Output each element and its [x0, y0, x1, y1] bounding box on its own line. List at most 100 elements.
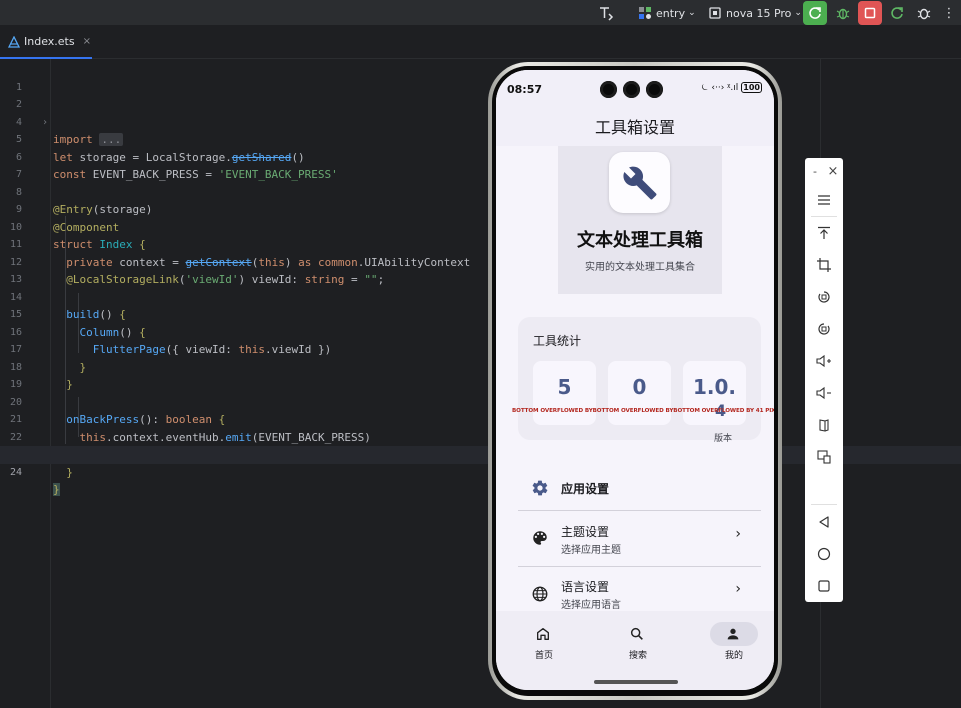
device-icon [709, 7, 721, 19]
nav-label: 首页 [534, 651, 553, 661]
code-line: 6 const EVENT_BACK_PRESS = 'EVENT_BACK_P… [0, 131, 961, 182]
nav-item-profile[interactable]: 我的 [691, 621, 774, 661]
rerun-icon [809, 7, 821, 19]
recents-button[interactable] [814, 576, 834, 596]
attach-debugger-button[interactable] [912, 1, 936, 25]
app-logo [609, 152, 670, 213]
debug-button[interactable] [831, 1, 855, 25]
pin-top-button[interactable] [814, 223, 834, 243]
status-time: 08:57 [507, 83, 543, 96]
run-config-label: entry [656, 6, 686, 20]
pin-top-icon [818, 226, 830, 239]
apply-changes-button[interactable] [885, 1, 909, 25]
nav-item-search[interactable]: 搜索 [595, 621, 687, 661]
apply-changes-icon [891, 7, 903, 19]
screenshot-crop-button[interactable] [814, 255, 834, 275]
rotate-left-icon [818, 291, 830, 303]
nav-label: 搜索 [628, 651, 647, 661]
more-options-icon[interactable]: ⋮ [939, 1, 959, 25]
back-button[interactable] [814, 512, 834, 532]
app-bar-title: 工具箱设置 [594, 118, 675, 137]
device-bezel: 08:57 ⏾ ‹··› ᵡ.ıl 100 工具箱设置 文本处理工具箱 实用的文… [492, 66, 778, 696]
status-indicators: ⏾ ‹··› ᵡ.ıl [701, 82, 739, 93]
gear-icon [532, 480, 548, 496]
close-button[interactable]: × [825, 161, 841, 181]
bug-icon [836, 8, 850, 20]
stats-card: 工具统计 5 0 1.0. 4 版本 BOTTOM OVERFLOWED BYB… [512, 317, 774, 444]
rerun-button[interactable] [803, 1, 827, 25]
stat-box: 0 [608, 361, 671, 425]
app-subtitle: 实用的文本处理工具集合 [585, 262, 695, 273]
emulator-side-toolbar: - × [805, 158, 843, 602]
status-icons: ⏾ ‹··› ᵡ.ıl 100 [701, 82, 762, 93]
settings-section-title: 应用设置 [561, 482, 610, 496]
rotate-right-button[interactable] [814, 319, 834, 339]
wrench-icon [622, 166, 656, 199]
minimize-button[interactable]: - [807, 161, 823, 181]
device-screen[interactable]: 08:57 ⏾ ‹··› ᵡ.ıl 100 工具箱设置 文本处理工具箱 实用的文… [496, 70, 774, 690]
settings-section-header: 应用设置 [518, 468, 761, 508]
settings-item-subtitle: 选择应用主题 [561, 545, 621, 556]
person-icon [727, 628, 739, 640]
palette-icon [533, 531, 547, 545]
code-text: } [66, 465, 73, 479]
stop-icon [864, 7, 876, 19]
app-bar: 工具箱设置 [496, 106, 774, 146]
chevron-right-icon: › [735, 581, 741, 597]
settings-item-theme[interactable]: 主题设置 选择应用主题 › [518, 511, 761, 565]
camera-lens-icon [600, 81, 617, 98]
code-text: } [53, 483, 60, 496]
stat-label: 版本 [714, 434, 733, 444]
app-title: 文本处理工具箱 [577, 230, 703, 251]
home-button[interactable] [814, 544, 834, 564]
status-bar: 08:57 ⏾ ‹··› ᵡ.ıl 100 [496, 70, 774, 106]
home-icon [537, 628, 549, 640]
fold-device-icon [819, 419, 829, 432]
fold-device-button[interactable] [814, 415, 834, 435]
run-config-selector[interactable]: entry ⌄ [638, 0, 696, 26]
multi-device-icon [817, 450, 831, 464]
chevron-down-icon: ⌄ [688, 8, 696, 18]
search-icon [630, 627, 643, 640]
volume-down-button[interactable] [814, 383, 834, 403]
globe-icon [532, 586, 548, 602]
chevron-down-icon: ⌄ [794, 8, 802, 18]
back-triangle-icon [819, 516, 829, 528]
menu-icon [818, 195, 830, 205]
camera-lens-icon [623, 81, 640, 98]
crop-icon [817, 258, 831, 272]
code-line: 5 let storage = LocalStorage.getShared() [0, 114, 961, 164]
close-tab-icon[interactable]: × [83, 36, 91, 47]
device-selector[interactable]: nova 15 Pro ⌄ [709, 0, 802, 26]
editor-tab-bar: Index.ets × [0, 26, 961, 59]
home-circle-icon [817, 547, 831, 561]
bug-gear-icon [917, 8, 931, 20]
stop-button[interactable] [858, 1, 882, 25]
camera-lens-icon [646, 81, 663, 98]
separator [811, 216, 837, 217]
nav-label: 我的 [724, 651, 743, 661]
stat-box: 5 [533, 361, 596, 425]
settings-item-subtitle: 选择应用语言 [561, 600, 621, 611]
home-indicator[interactable] [594, 680, 678, 684]
settings-item-language[interactable]: 语言设置 选择应用语言 › [518, 567, 761, 611]
multi-device-button[interactable] [814, 447, 834, 467]
rotate-left-button[interactable] [814, 287, 834, 307]
settings-item-title: 语言设置 [561, 580, 610, 594]
nav-item-home[interactable]: 首页 [501, 621, 593, 661]
ets-file-icon [8, 35, 20, 48]
stats-title: 工具统计 [533, 334, 582, 348]
text-tool-icon[interactable] [594, 1, 618, 25]
tab-index-ets[interactable]: Index.ets × [0, 26, 92, 59]
app-header-card: 文本处理工具箱 实用的文本处理工具集合 [558, 146, 722, 294]
menu-button[interactable] [814, 190, 834, 210]
volume-up-button[interactable] [814, 351, 834, 371]
ide-toolbar: entry ⌄ nova 15 Pro ⌄ ⋮ [0, 0, 961, 26]
rotate-right-icon [818, 323, 830, 335]
recents-square-icon [818, 580, 830, 592]
stat-value: 0 [632, 375, 647, 399]
volume-up-icon [816, 354, 831, 368]
line-number: 24 [9, 466, 22, 478]
stat-value: 5 [557, 375, 572, 399]
battery-icon: 100 [741, 82, 762, 93]
